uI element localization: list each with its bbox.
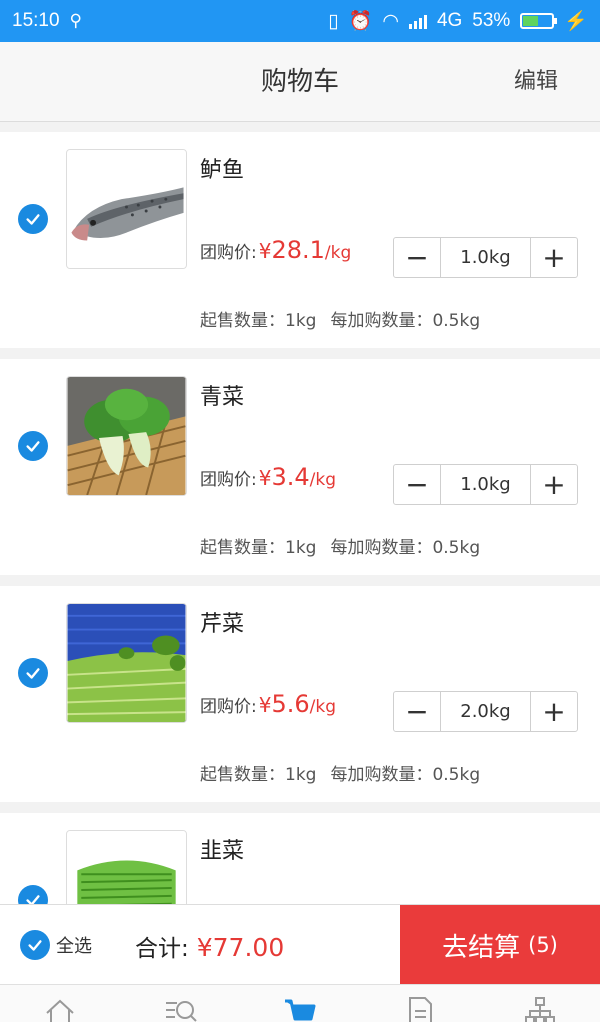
price-row: 团购价: ¥ 3.4 /kg (200, 463, 336, 491)
quantity-value[interactable]: 2.0kg (440, 692, 531, 731)
checkout-count: (5) (528, 933, 558, 957)
product-name: 鲈鱼 (200, 158, 245, 183)
charging-icon: ⚡ (564, 11, 588, 32)
status-bar: 15:10 ⚲ ▯ ⏰ ◠ 4G 53% ⚡ (0, 0, 600, 42)
price-row: 团购价: ¥ 28.1 /kg (200, 236, 351, 264)
price-unit: /kg (324, 243, 352, 263)
bok-choy-image[interactable] (66, 376, 187, 496)
price-unit: /kg (309, 470, 337, 490)
checkmark-icon (28, 940, 42, 951)
item-checkbox[interactable] (18, 885, 48, 904)
checkmark-icon (26, 668, 40, 679)
decrease-button[interactable]: − (394, 692, 440, 731)
item-checkbox[interactable] (18, 658, 48, 688)
item-checkbox[interactable] (18, 431, 48, 461)
price-label: 团购价: (200, 697, 257, 717)
alarm-icon: ⏰ (348, 11, 373, 32)
tab-bar (0, 984, 600, 1022)
cart-item: 青菜 团购价: ¥ 3.4 /kg − 1.0kg + 起售数量：1kg 每加购… (0, 359, 600, 575)
tab-orders[interactable] (360, 985, 480, 1022)
price-value: 5.6 (271, 690, 310, 718)
edit-button[interactable]: 编辑 (514, 42, 558, 122)
price-unit: /kg (309, 697, 337, 717)
org-icon (525, 997, 555, 1022)
quantity-stepper: − 1.0kg + (393, 237, 578, 278)
increase-button[interactable]: + (531, 692, 577, 731)
orders-icon (409, 997, 432, 1022)
signal-icon (408, 13, 427, 29)
network-type: 4G (436, 10, 463, 31)
tab-home[interactable] (0, 985, 120, 1022)
checkout-button[interactable]: 去结算 (5) (400, 905, 600, 985)
price-currency: ¥ (258, 466, 272, 490)
quantity-value[interactable]: 1.0kg (440, 238, 531, 277)
search-list-icon (166, 1001, 197, 1022)
nav-header: 购物车 编辑 (0, 42, 600, 122)
decrease-button[interactable]: − (394, 238, 440, 277)
price-currency: ¥ (258, 693, 272, 717)
price-row: 团购价: ¥ 5.6 /kg (200, 690, 336, 718)
product-name: 韭菜 (200, 839, 245, 864)
vibrate-icon: ▯ (328, 10, 339, 32)
tab-search[interactable] (120, 985, 240, 1022)
increase-button[interactable]: + (531, 465, 577, 504)
fish-image[interactable] (66, 149, 187, 269)
total-label: 合计: (135, 936, 189, 962)
cart-item: 韭菜 (0, 813, 600, 904)
product-name: 芹菜 (200, 612, 245, 637)
decrease-button[interactable]: − (394, 465, 440, 504)
select-all-checkbox[interactable] (20, 930, 50, 960)
price-label: 团购价: (200, 470, 257, 490)
quantity-stepper: − 2.0kg + (393, 691, 578, 732)
chives-image[interactable] (66, 830, 187, 904)
price-value: 28.1 (271, 236, 325, 264)
step-quantity: 每加购数量：0.5kg (330, 538, 481, 558)
cart-icon (285, 999, 316, 1021)
step-quantity: 每加购数量：0.5kg (330, 765, 481, 785)
price-currency: ¥ (258, 239, 272, 263)
tab-cart[interactable] (240, 985, 360, 1022)
checkout-label: 去结算 (442, 932, 521, 963)
usb-icon: ⚲ (69, 11, 82, 30)
battery-icon (520, 13, 558, 29)
min-quantity: 起售数量：1kg (200, 765, 317, 785)
page-title: 购物车 (260, 67, 339, 97)
checkout-bar: 全选 合计: ¥77.00 去结算 (5) (0, 904, 600, 985)
product-name: 青菜 (200, 385, 245, 410)
total: 合计: ¥77.00 (135, 929, 284, 963)
step-quantity: 每加购数量：0.5kg (330, 311, 481, 331)
min-quantity: 起售数量：1kg (200, 311, 317, 331)
cart-item: 鲈鱼 团购价: ¥ 28.1 /kg − 1.0kg + 起售数量：1kg 每加… (0, 132, 600, 348)
home-icon (46, 999, 74, 1022)
checkmark-icon (26, 895, 40, 904)
increase-button[interactable]: + (531, 238, 577, 277)
select-all-label: 全选 (56, 936, 92, 957)
sale-info: 起售数量：1kg 每加购数量：0.5kg (200, 306, 480, 331)
tab-org[interactable] (480, 985, 600, 1022)
price-label: 团购价: (200, 243, 257, 263)
wifi-icon: ◠ (382, 10, 399, 32)
select-all[interactable]: 全选 (20, 930, 92, 960)
item-checkbox[interactable] (18, 204, 48, 234)
sale-info: 起售数量：1kg 每加购数量：0.5kg (200, 760, 480, 785)
total-amount: ¥77.00 (196, 933, 285, 962)
checkmark-icon (26, 441, 40, 452)
price-value: 3.4 (271, 463, 310, 491)
quantity-value[interactable]: 1.0kg (440, 465, 531, 504)
status-time: 15:10 (12, 10, 60, 31)
celery-image[interactable] (66, 603, 187, 723)
checkmark-icon (26, 214, 40, 225)
quantity-stepper: − 1.0kg + (393, 464, 578, 505)
min-quantity: 起售数量：1kg (200, 538, 317, 558)
cart-item: 芹菜 团购价: ¥ 5.6 /kg − 2.0kg + 起售数量：1kg 每加购… (0, 586, 600, 802)
sale-info: 起售数量：1kg 每加购数量：0.5kg (200, 533, 480, 558)
battery-percent: 53% (472, 10, 511, 31)
cart-list[interactable]: 鲈鱼 团购价: ¥ 28.1 /kg − 1.0kg + 起售数量：1kg 每加… (0, 122, 600, 904)
